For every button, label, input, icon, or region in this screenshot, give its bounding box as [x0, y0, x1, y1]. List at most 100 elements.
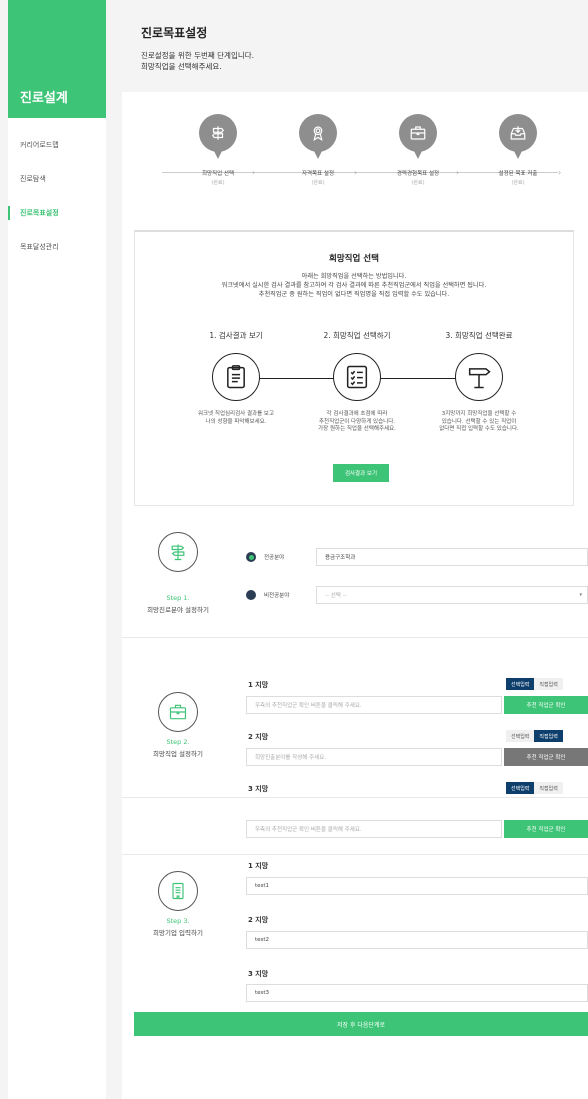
non-major-select[interactable]: -- 선택 -- ▾	[316, 586, 588, 604]
radio-unselected[interactable]	[246, 590, 256, 600]
step1-section: Step 1. 희망진로분야 설정하기 전공분야 용금구조학과 비전공분야 --…	[122, 522, 588, 638]
inbox-download-icon	[499, 114, 537, 159]
signpost-icon	[199, 114, 237, 159]
guide-desc: 아래는 희망직업을 선택하는 방법입니다. 워크넷에서 실시한 검사 결과를 참…	[135, 272, 573, 299]
briefcase-icon	[399, 114, 437, 159]
placeholder: 우측의 추천직업군 확인 버튼을 클릭해 주세요.	[255, 827, 362, 833]
input-mode-toggle[interactable]: 선택입력 직접입력	[506, 730, 563, 742]
placeholder: 우측의 추천직업군 확인 버튼을 클릭해 주세요.	[255, 703, 362, 709]
chevron-down-icon: ▾	[579, 592, 582, 598]
input-mode-toggle[interactable]: 선택입력 직접입력	[506, 782, 563, 794]
step2-label: Step 2. 희망직업 설정하기	[130, 738, 226, 758]
phase-desc-line: 각 검사결과에 초점에 따라	[326, 411, 388, 417]
company2-input[interactable]: test2	[246, 931, 588, 949]
progress-step-career[interactable]: 경력경험목표 설정 (완료)	[378, 114, 458, 186]
guide-desc-3: 추천직업군 중 원하는 직업이 없다면 직업명을 직접 입력할 수도 있습니다.	[258, 291, 450, 298]
main-panel: › › › › 희망직업 선택 (완료) 자격목표 설정 (완료) 경력경험목표…	[122, 92, 588, 1099]
progress-step-job[interactable]: 희망직업 선택 (완료)	[178, 114, 258, 186]
radio-label: 비전공분야	[264, 593, 290, 599]
step-status: (완료)	[411, 180, 425, 186]
phase-desc-line: 3지망까지 희망직업을 선택할 수	[441, 411, 517, 417]
award-icon	[299, 114, 337, 159]
phase-desc-line: 추천직업군이 다양하게 있습니다.	[318, 418, 396, 425]
recommend-jobs-button[interactable]: 추천 직업군 확인	[504, 820, 588, 838]
phase-desc: 각 검사결과에 초점에 따라 추천직업군이 다양하게 있습니다. 가장 원하는 …	[287, 411, 427, 434]
toggle-direct[interactable]: 직접입력	[534, 782, 563, 794]
guide-title: 희망직업 선택	[329, 254, 379, 264]
chevron-right-icon: ›	[558, 168, 562, 177]
wish-title: 1 지망	[248, 681, 269, 689]
save-next-button[interactable]: 저장 후 다음단계로	[134, 1012, 588, 1036]
toggle-direct[interactable]: 직접입력	[534, 678, 563, 690]
signpost-icon	[158, 532, 198, 572]
view-results-button[interactable]: 검사결과 보기	[333, 464, 389, 482]
wish-title: 1 지망	[248, 862, 269, 870]
sidebar-item-career-explore[interactable]: 진로탐색	[8, 162, 106, 196]
step-status: (완료)	[311, 180, 325, 186]
phase-complete: 3. 희망직업 선택완료 3지망까지 희망직업을 선택할 수 있습니다. 선택할…	[409, 330, 549, 434]
company1-input[interactable]: test1	[246, 877, 588, 895]
wish-title: 3 지망	[248, 785, 269, 793]
step3-section: Step 3. 희망기업 입력하기 1 지망 test1 2 지망 test2 …	[122, 854, 588, 990]
step-number: Step 3.	[166, 917, 190, 925]
recommend-jobs-button[interactable]: 추천 직업군 확인	[504, 748, 588, 766]
toggle-select[interactable]: 선택입력	[506, 678, 535, 690]
sidebar-item-career-roadmap[interactable]: 커리어로드맵	[8, 128, 106, 162]
phase-desc-line: 워크넷 직업심리검사 결과를 보고	[197, 411, 275, 417]
guide-desc-2: 워크넷에서 실시한 검사 결과를 참고하여 각 검사 결과에 따른 추천직업군에…	[221, 282, 487, 289]
step-title: 자격목표 설정	[301, 171, 335, 177]
document-icon	[158, 871, 198, 911]
sidebar: 진로설계 커리어로드맵 진로탐색 진로목표설정 목표달성관리	[8, 0, 106, 1099]
phase-title: 2. 희망직업 선택하기	[323, 331, 391, 340]
step3-label: Step 3. 희망기업 입력하기	[130, 917, 226, 937]
page-header: 진로목표설정 진로설정을 위한 두번째 단계입니다. 희망직업을 선택해주세요.	[141, 24, 254, 72]
page-title: 진로목표설정	[141, 26, 208, 40]
step-desc: 희망진로분야 설정하기	[147, 606, 209, 614]
phase-desc-line: 있습니다. 선택할 수 있는 직업이	[441, 418, 517, 425]
progress-step-submit[interactable]: 설정된 목표 저출 (완료)	[478, 114, 558, 186]
phase-title: 3. 희망직업 선택완료	[445, 331, 513, 340]
radio-label: 전공분야	[264, 555, 285, 561]
step-title: 경력경험목표 설정	[396, 171, 440, 177]
radio-selected[interactable]	[246, 552, 256, 562]
sidebar-brand: 진로설계	[8, 0, 106, 118]
wish2-input[interactable]: 희망진출분야를 작성해 주세요.	[246, 748, 502, 766]
page-desc-2: 희망직업을 선택해주세요.	[141, 62, 222, 71]
step-desc: 희망직업 설정하기	[153, 750, 203, 758]
guide-phases: 1. 검사결과 보기 워크넷 직업심리검사 결과를 보고 나의 성향을 파악해보…	[135, 330, 573, 450]
toggle-direct[interactable]: 직접입력	[534, 730, 563, 742]
signpost-icon	[455, 353, 503, 401]
sidebar-item-goal-manage[interactable]: 목표달성관리	[8, 230, 106, 264]
briefcase-icon	[158, 692, 198, 732]
sidebar-title: 진로설계	[20, 91, 68, 106]
major-radio[interactable]: 전공분야	[246, 552, 312, 562]
step-number: Step 2.	[166, 738, 190, 746]
wish3-input[interactable]: 우측의 추천직업군 확인 버튼을 클릭해 주세요.	[246, 820, 502, 838]
step-title: 설정된 목표 저출	[498, 171, 538, 177]
guide-desc-1: 아래는 희망직업을 선택하는 방법입니다.	[301, 273, 407, 280]
non-major-radio[interactable]: 비전공분야	[246, 590, 312, 600]
step2-section: Step 2. 희망직업 설정하기 1 지망 선택입력 직접입력 우측의 추천직…	[122, 638, 588, 798]
major-field[interactable]: 용금구조학과	[316, 548, 588, 566]
wish-title: 2 지망	[248, 916, 269, 924]
step1-label: Step 1. 희망진로분야 설정하기	[130, 594, 226, 614]
sidebar-item-career-goal[interactable]: 진로목표설정	[8, 196, 106, 230]
select-value: -- 선택 --	[325, 593, 347, 599]
page-desc-1: 진로설정을 위한 두번째 단계입니다.	[141, 51, 255, 60]
progress-steps: › › › › 희망직업 선택 (완료) 자격목표 설정 (완료) 경력경험목표…	[122, 92, 588, 222]
progress-step-cert[interactable]: 자격목표 설정 (완료)	[278, 114, 358, 186]
toggle-select[interactable]: 선택입력	[506, 730, 535, 742]
wish-title: 2 지망	[248, 733, 269, 741]
placeholder: 희망진출분야를 작성해 주세요.	[255, 755, 327, 761]
wish1-input[interactable]: 우측의 추천직업군 확인 버튼을 클릭해 주세요.	[246, 696, 502, 714]
phase-desc-line: 없다면 직접 입력할 수도 있습니다.	[439, 426, 519, 432]
toggle-select[interactable]: 선택입력	[506, 782, 535, 794]
sidebar-menu: 커리어로드맵 진로탐색 진로목표설정 목표달성관리	[8, 118, 106, 264]
input-mode-toggle[interactable]: 선택입력 직접입력	[506, 678, 563, 690]
step-number: Step 1.	[166, 594, 190, 602]
step-desc: 희망기업 입력하기	[153, 929, 203, 937]
phase-desc: 3지망까지 희망직업을 선택할 수 있습니다. 선택할 수 있는 직업이 없다면…	[409, 411, 549, 434]
recommend-jobs-button[interactable]: 추천 직업군 확인	[504, 696, 588, 714]
job-select-guide: 희망직업 선택 아래는 희망직업을 선택하는 방법입니다. 워크넷에서 실시한 …	[134, 230, 574, 506]
company3-input[interactable]: test3	[246, 984, 588, 1002]
